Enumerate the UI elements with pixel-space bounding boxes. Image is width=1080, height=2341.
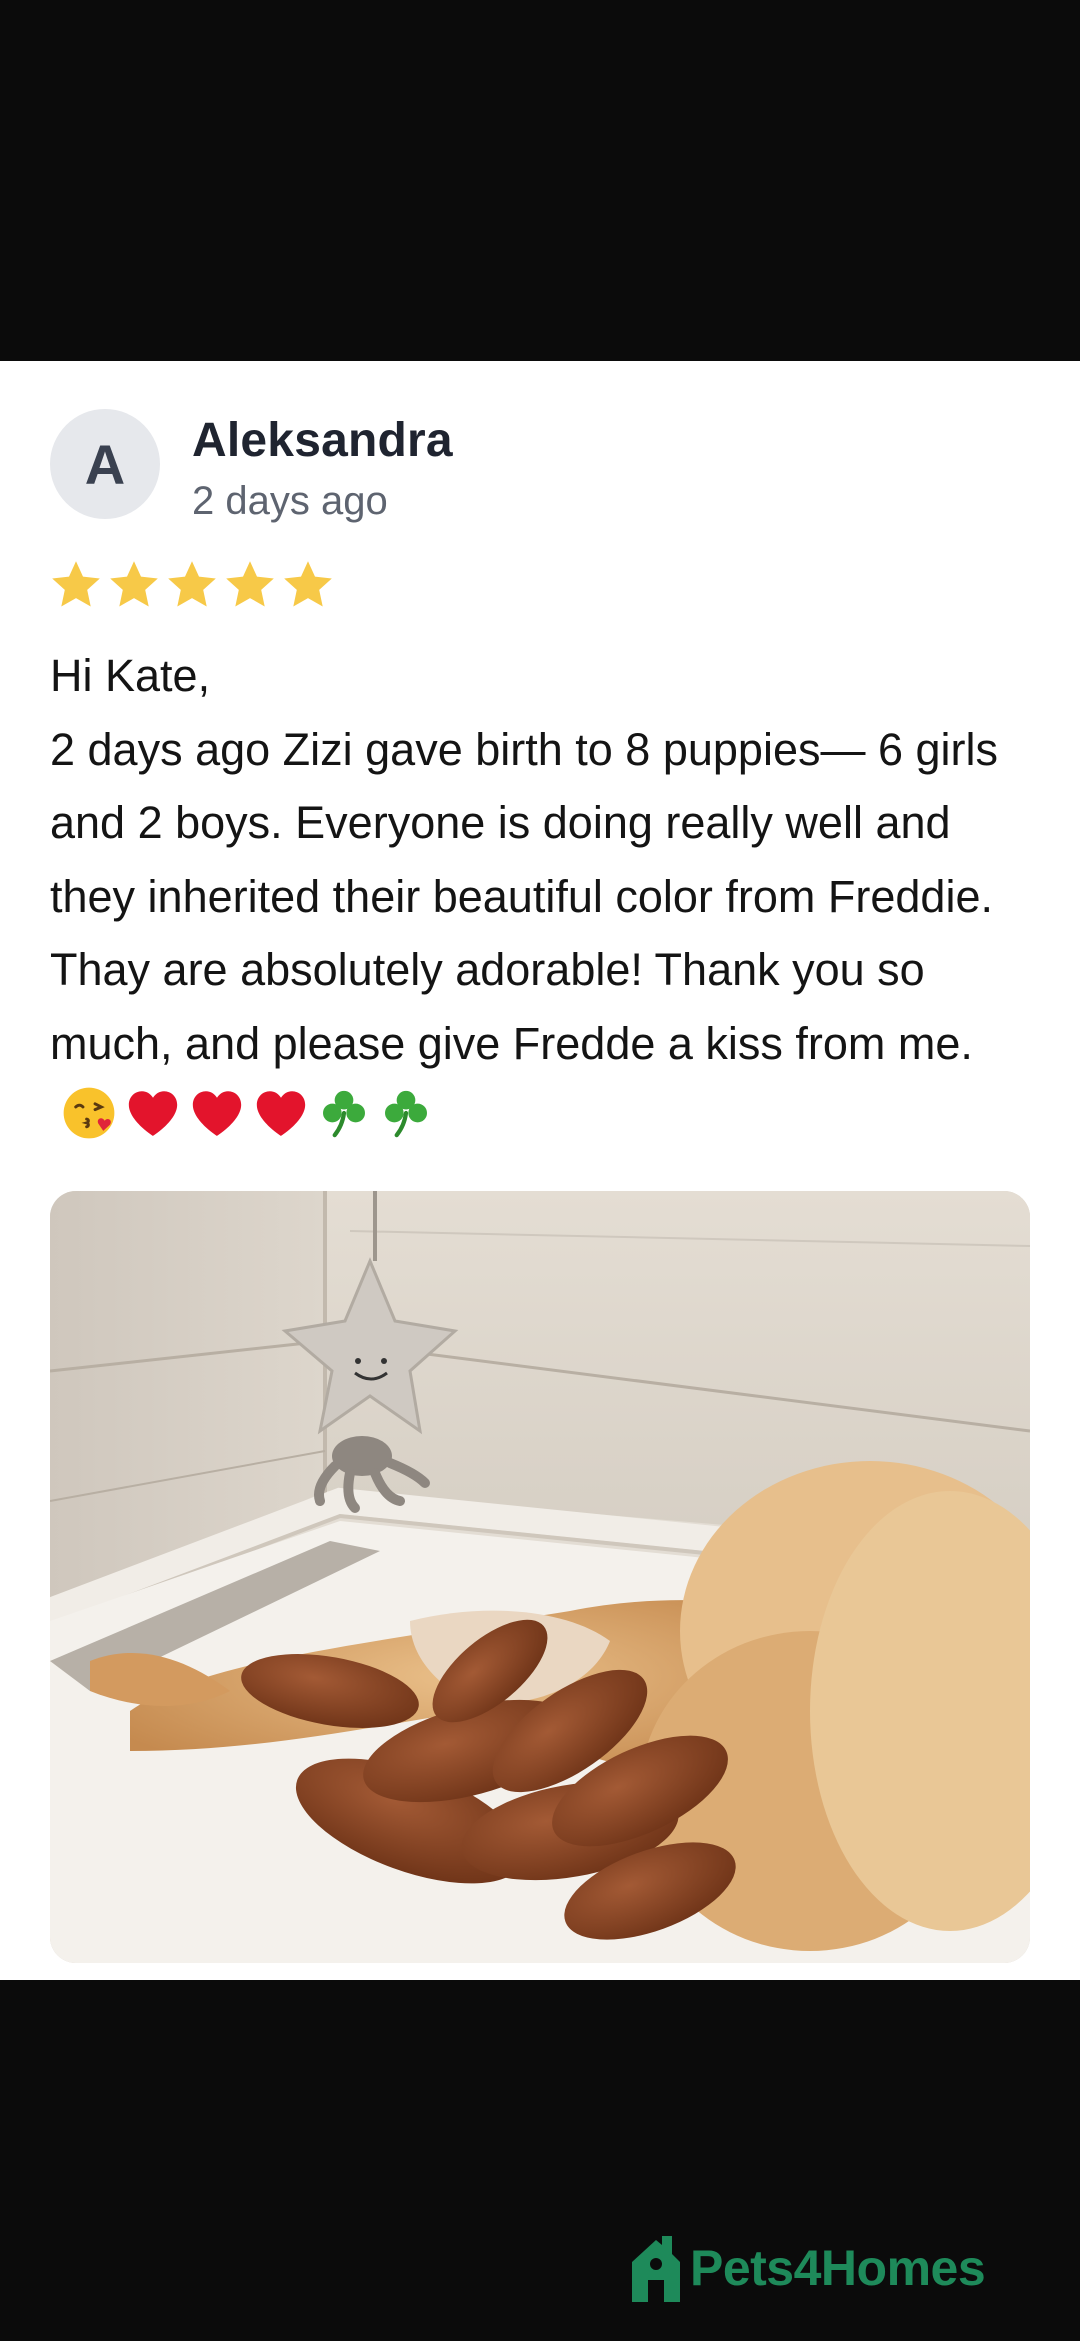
reviewer-name: Aleksandra (192, 414, 453, 467)
emoji-row (60, 1084, 434, 1142)
review-card: A Aleksandra 2 days ago Hi Kate, 2 days … (0, 361, 1080, 1980)
review-photo[interactable] (50, 1191, 1030, 1963)
star-icon (52, 561, 100, 607)
brand-name: Pets4Homes (690, 2240, 986, 2296)
star-icon (110, 561, 158, 607)
review-text: Hi Kate, 2 days ago Zizi gave birth to 8… (50, 639, 1040, 1154)
pets4homes-house-icon (632, 2236, 680, 2302)
shamrock-icon (385, 1090, 427, 1138)
pets4homes-logo[interactable]: Pets4Homes (626, 2232, 986, 2304)
review-time: 2 days ago (192, 479, 388, 523)
review-body: Hi Kate, 2 days ago Zizi gave birth to 8… (50, 650, 999, 1069)
heart-icon (256, 1091, 306, 1136)
puppies-photo (50, 1191, 1030, 1963)
heart-icon (192, 1091, 242, 1136)
star-icon (168, 561, 216, 607)
avatar: A (50, 409, 160, 519)
star-rating (48, 557, 336, 613)
avatar-initial: A (84, 432, 126, 496)
shamrock-icon (323, 1090, 365, 1138)
star-icon (284, 561, 332, 607)
top-black-band (0, 0, 1080, 361)
heart-icon (128, 1091, 178, 1136)
face-blowing-kiss-icon (63, 1087, 115, 1139)
star-icon (226, 561, 274, 607)
